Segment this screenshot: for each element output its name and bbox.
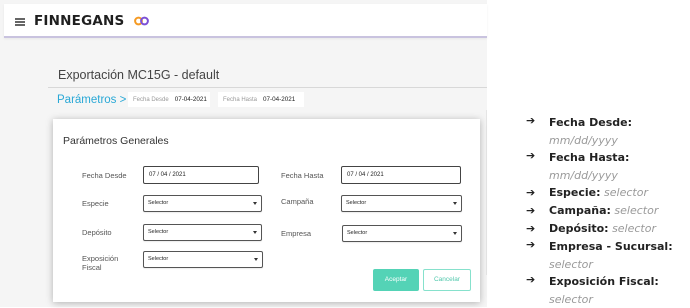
note-item: ➔ Depósito: selector xyxy=(526,220,690,238)
infinity-logo-icon xyxy=(134,16,149,26)
exposicion-fiscal-select[interactable]: Selector xyxy=(143,251,263,268)
parameters-dialog: Parámetros Generales Fecha Desde 07 / 04… xyxy=(53,119,480,302)
arrow-right-icon: ➔ xyxy=(526,238,536,251)
empresa-select-value: Selector xyxy=(347,230,368,236)
hamburger-icon[interactable] xyxy=(15,18,25,26)
chip-label: Fecha Desde xyxy=(133,97,169,103)
note-value: selector xyxy=(549,293,593,306)
fecha-hasta-label: Fecha Hasta xyxy=(281,171,324,180)
especie-select-value: Selector xyxy=(148,200,169,206)
arrow-right-icon: ➔ xyxy=(526,114,536,127)
filter-chip-fecha-hasta[interactable]: Fecha Hasta 07-04-2021 xyxy=(218,92,304,107)
note-key: Especie: xyxy=(549,186,601,199)
chip-label: Fecha Hasta xyxy=(223,97,258,103)
note-item: ➔ Fecha Desde: mm/dd/yyyy xyxy=(526,114,690,149)
note-key: Fecha Hasta: xyxy=(549,151,630,164)
parameters-breadcrumb-link[interactable]: Parámetros > xyxy=(57,94,126,106)
arrow-right-icon: ➔ xyxy=(526,222,536,235)
note-item: ➔ Campaña: selector xyxy=(526,202,690,220)
caret-down-icon xyxy=(253,202,257,205)
especie-select[interactable]: Selector xyxy=(143,195,262,212)
accept-button[interactable]: Aceptar xyxy=(373,269,419,291)
note-key: Exposición Fiscal: xyxy=(549,275,659,288)
caret-down-icon xyxy=(253,231,257,234)
empresa-select[interactable]: Selector xyxy=(342,225,462,242)
note-value: mm/dd/yyyy xyxy=(549,134,618,147)
fecha-desde-label: Fecha Desde xyxy=(82,171,127,180)
note-value: selector xyxy=(614,204,659,217)
dialog-title: Parámetros Generales xyxy=(63,135,169,147)
note-item: ➔ Empresa - Sucursal: selector xyxy=(526,238,690,273)
brand-name: FINNEGANS xyxy=(34,13,125,29)
cancel-button[interactable]: Cancelar xyxy=(423,269,471,291)
note-key: Campaña: xyxy=(549,204,611,217)
campana-select-value: Selector xyxy=(346,200,367,206)
filter-chip-fecha-desde[interactable]: Fecha Desde 07-04-2021 xyxy=(128,92,210,107)
note-value: selector xyxy=(612,222,656,235)
arrow-right-icon: ➔ xyxy=(526,204,536,217)
caret-down-icon xyxy=(453,202,457,205)
caret-down-icon xyxy=(254,258,258,261)
page-title: Exportación MC15G - default xyxy=(58,68,220,82)
exposicion-fiscal-label: Exposición Fiscal xyxy=(82,254,119,272)
divider xyxy=(48,87,487,88)
fecha-hasta-input[interactable]: 07 / 04 / 2021 xyxy=(341,166,461,184)
note-value: selector xyxy=(549,258,593,271)
arrow-right-icon: ➔ xyxy=(526,186,536,199)
campana-select[interactable]: Selector xyxy=(341,195,462,212)
fecha-desde-input[interactable]: 07 / 04 / 2021 xyxy=(143,166,259,184)
note-value: selector xyxy=(604,186,648,199)
deposito-label: Depósito xyxy=(82,228,112,237)
chip-value: 07-04-2021 xyxy=(174,96,207,103)
arrow-right-icon: ➔ xyxy=(526,273,536,286)
note-item: ➔ Fecha Hasta: mm/dd/yyyy xyxy=(526,149,690,184)
exposicion-select-value: Selector xyxy=(148,256,169,262)
field-notes-list: ➔ Fecha Desde: mm/dd/yyyy ➔ Fecha Hasta:… xyxy=(526,114,690,308)
note-key: Depósito: xyxy=(549,222,609,235)
campana-label: Campaña xyxy=(281,197,314,206)
deposito-select[interactable]: Selector xyxy=(143,224,262,241)
especie-label: Especie xyxy=(82,199,109,208)
caret-down-icon xyxy=(453,232,457,235)
empresa-label: Empresa xyxy=(281,229,312,238)
chip-value: 07-04-2021 xyxy=(263,96,296,103)
note-value: mm/dd/yyyy xyxy=(549,169,618,182)
arrow-right-icon: ➔ xyxy=(526,149,536,162)
note-item: ➔ Exposición Fiscal: selector xyxy=(526,273,690,308)
note-key: Empresa - Sucursal: xyxy=(549,240,673,253)
note-item: ➔ Especie: selector xyxy=(526,184,690,202)
top-bar: FINNEGANS xyxy=(4,4,487,38)
note-key: Fecha Desde: xyxy=(549,116,633,129)
deposito-select-value: Selector xyxy=(148,229,169,235)
